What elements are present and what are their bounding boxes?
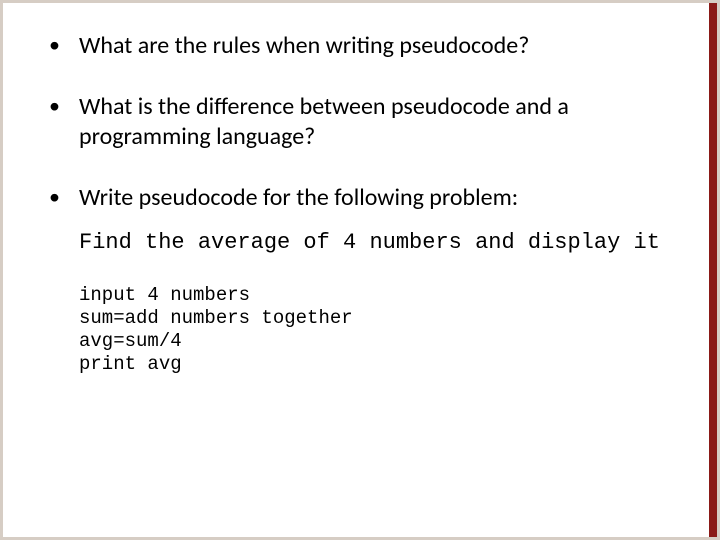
pseudocode-block: input 4 numbers sum=add numbers together… bbox=[79, 284, 675, 377]
bullet-list: What are the rules when writing pseudoco… bbox=[45, 31, 675, 214]
accent-bar bbox=[709, 3, 717, 537]
bullet-item: Write pseudocode for the following probl… bbox=[45, 183, 675, 214]
slide: What are the rules when writing pseudoco… bbox=[3, 3, 717, 537]
bullet-item: What are the rules when writing pseudoco… bbox=[45, 31, 675, 62]
problem-statement: Find the average of 4 numbers and displa… bbox=[79, 228, 679, 258]
slide-content: What are the rules when writing pseudoco… bbox=[3, 3, 717, 376]
bullet-item: What is the difference between pseudocod… bbox=[45, 92, 675, 153]
